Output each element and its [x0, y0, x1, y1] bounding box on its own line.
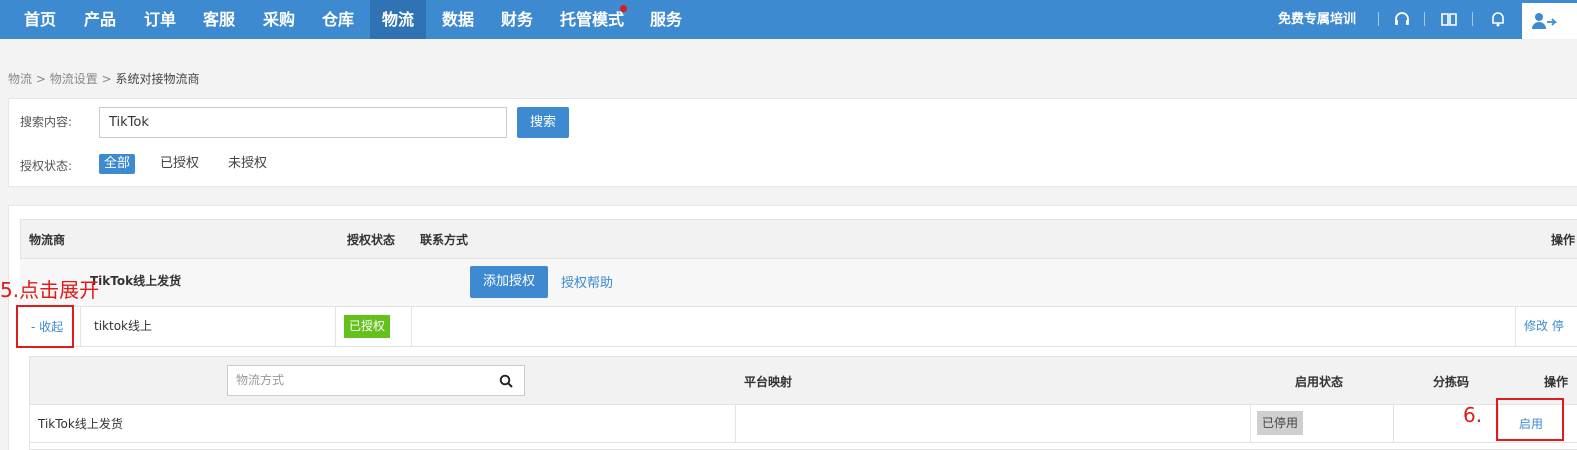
shipping-method-row	[30, 405, 1577, 443]
nav-item-home[interactable]: 首页	[13, 0, 67, 39]
header-contact: 联系方式	[420, 233, 469, 247]
breadcrumb-current: 系统对接物流商	[115, 72, 200, 86]
carrier-group-row	[20, 259, 1577, 307]
nav-item-finance[interactable]: 财务	[490, 0, 544, 39]
book-icon[interactable]	[1440, 10, 1458, 28]
status-badge: 已授权	[344, 315, 391, 338]
cell-divider	[411, 307, 412, 347]
account-name: tiktok线上	[94, 319, 152, 333]
header-platform-mapping: 平台映射	[744, 375, 793, 389]
bell-icon[interactable]	[1489, 10, 1507, 28]
header-sub-ops: 操作	[1544, 375, 1569, 389]
auth-filter-all[interactable]: 全部	[99, 154, 136, 174]
carrier-group-name: TikTok线上发货	[90, 274, 182, 288]
cell-divider	[1515, 307, 1516, 347]
free-training-link[interactable]: 免费专属培训	[1278, 0, 1356, 39]
table-header	[20, 219, 1577, 259]
nav-divider	[1378, 12, 1379, 26]
step6-annotation: 6.	[1463, 403, 1483, 427]
table-row	[20, 307, 1577, 347]
step5-highlight-box	[16, 305, 74, 348]
headset-icon[interactable]	[1393, 10, 1411, 28]
auth-filter-authorized[interactable]: 已授权	[160, 154, 199, 174]
search-label: 搜索内容:	[20, 115, 73, 129]
nav-item-customer-service[interactable]: 客服	[192, 0, 246, 39]
cell-divider	[80, 307, 81, 347]
breadcrumb-separator: >	[35, 72, 46, 86]
user-icon	[1532, 13, 1557, 29]
cell-divider	[1393, 405, 1394, 443]
breadcrumb-logistics[interactable]: 物流	[8, 72, 32, 86]
breadcrumb-separator: >	[101, 72, 112, 86]
breadcrumb: 物流 > 物流设置 > 系统对接物流商	[8, 70, 199, 87]
nav-item-services[interactable]: 服务	[639, 0, 693, 39]
nav-item-orders[interactable]: 订单	[133, 0, 187, 39]
header-sort-code: 分拣码	[1433, 375, 1470, 389]
header-enable-status: 启用状态	[1295, 375, 1344, 389]
nav-divider	[1424, 12, 1425, 26]
nav-item-products[interactable]: 产品	[73, 0, 127, 39]
search-button[interactable]: 搜索	[517, 107, 569, 138]
step5-annotation: 5.点击展开	[0, 278, 100, 302]
search-input[interactable]: TikTok	[99, 107, 507, 138]
top-nav: 首页 产品 订单 客服 采购 仓库 物流 数据 财务 托管模式 服务 免费专属培…	[0, 0, 1577, 39]
search-icon[interactable]	[499, 374, 513, 388]
header-auth-status: 授权状态	[347, 233, 396, 247]
header-carrier: 物流商	[29, 233, 66, 247]
nav-item-managed-mode[interactable]: 托管模式	[553, 0, 631, 39]
user-menu[interactable]	[1522, 3, 1577, 39]
breadcrumb-logistics-settings[interactable]: 物流设置	[50, 72, 98, 86]
nav-item-logistics[interactable]: 物流	[370, 0, 426, 39]
nav-item-purchasing[interactable]: 采购	[252, 0, 306, 39]
nav-item-warehouse[interactable]: 仓库	[311, 0, 365, 39]
shipping-method-name: TikTok线上发货	[38, 417, 123, 431]
auth-filter-unauthorized[interactable]: 未授权	[228, 154, 267, 174]
nav-divider	[1472, 12, 1473, 26]
auth-status-label: 授权状态:	[20, 159, 73, 173]
cell-divider	[1250, 405, 1251, 443]
add-authorization-button[interactable]: 添加授权	[470, 266, 548, 298]
step6-highlight-box	[1496, 398, 1564, 441]
notification-dot	[620, 5, 627, 12]
authorization-help-link[interactable]: 授权帮助	[561, 272, 613, 291]
header-ops: 操作	[1551, 233, 1576, 247]
disabled-status-badge: 已停用	[1257, 411, 1304, 435]
cell-divider	[335, 307, 336, 347]
cell-divider	[735, 405, 736, 443]
shipping-method-search-input[interactable]: 物流方式	[227, 365, 525, 396]
row-edit-links[interactable]: 修改 停	[1524, 317, 1564, 334]
nav-item-data[interactable]: 数据	[431, 0, 485, 39]
